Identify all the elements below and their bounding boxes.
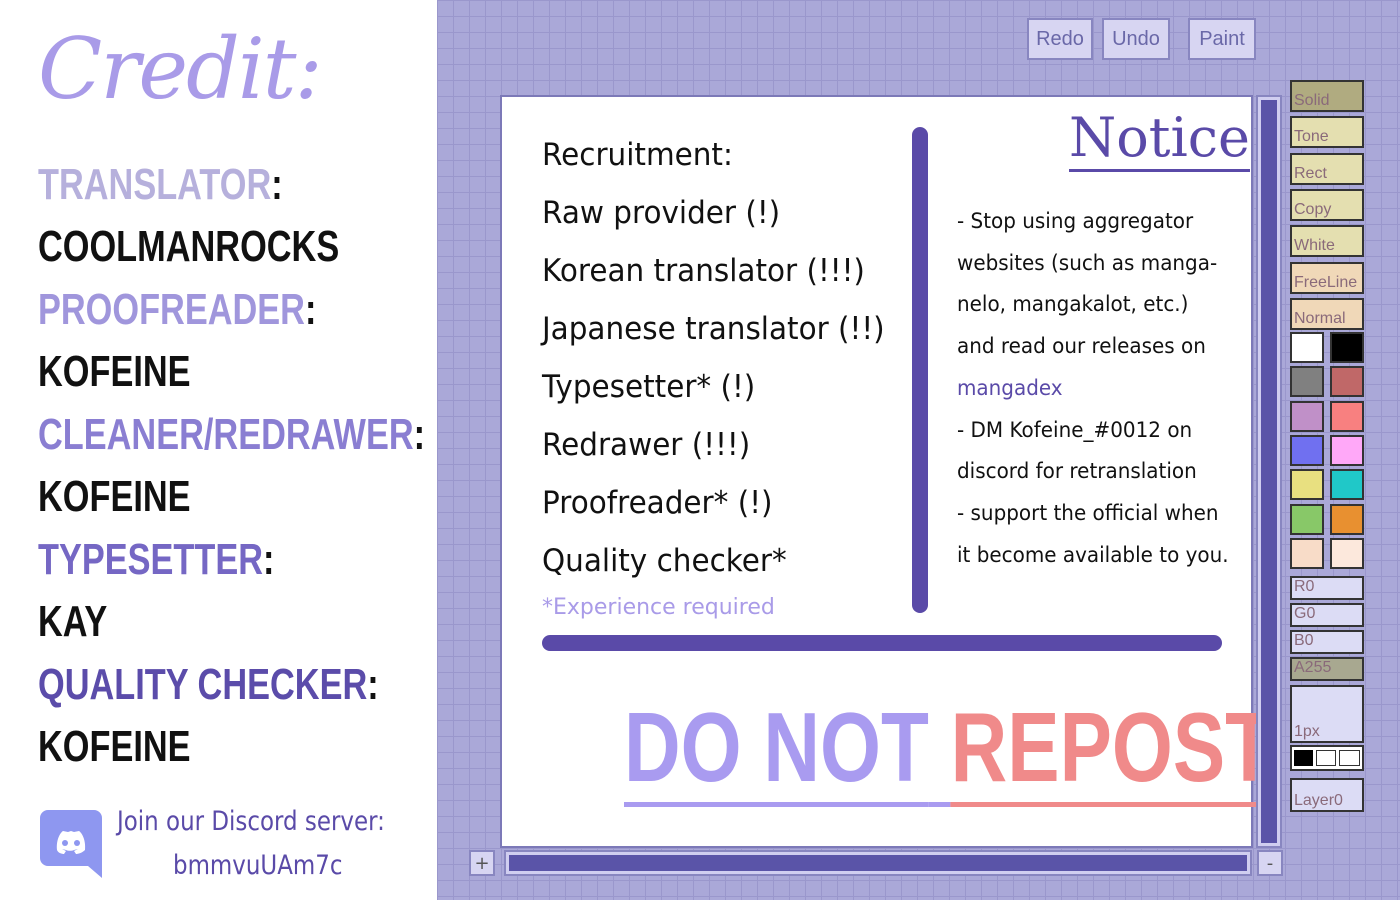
color-swatch[interactable] [1290,434,1324,466]
credit-name: COOLMANROCKS [38,222,340,271]
divider-vertical [912,127,928,613]
role-label: PROOFREADER: [38,285,316,335]
credit-title: Credit: [38,20,323,118]
credit-name: KAY [38,597,108,646]
credit-name: KOFEINE [38,722,191,771]
vertical-scrollbar[interactable] [1256,95,1282,848]
discord-icon [40,810,102,878]
recruitment-item: Redrawer (!!!) [542,427,751,463]
colon: : [304,285,317,334]
horizontal-scrollbar[interactable] [504,850,1252,876]
color-swatch[interactable] [1290,537,1324,569]
role-label: QUALITY CHECKER: [38,660,379,710]
channel-a-field[interactable]: A255 [1290,657,1364,681]
do-not-repost-warning: DO NOT REPOST [624,692,1274,807]
drawing-canvas[interactable]: Recruitment: Raw provider (!) Korean trans… [500,95,1274,848]
color-swatch[interactable] [1290,400,1324,432]
color-swatch[interactable] [1330,332,1364,363]
channel-g-field[interactable]: G0 [1290,603,1364,627]
color-swatch[interactable] [1290,503,1324,535]
paint-button[interactable]: Paint [1188,18,1256,60]
redo-button[interactable]: Redo [1027,18,1093,60]
tool-white[interactable]: White [1290,225,1364,258]
color-swatch[interactable] [1290,332,1324,363]
notice-line: nelo, mangakalot, etc.) [957,292,1189,317]
warning-part1: DO NOT [624,692,929,807]
channel-r-field[interactable]: R0 [1290,576,1364,600]
role-name: CLEANER/REDRAWER [38,410,414,459]
role-label: CLEANER/REDRAWER: [38,410,425,460]
color-swatch[interactable] [1330,400,1364,432]
paint-app: Redo Undo Paint Recruitment: Raw provider… [437,0,1400,900]
undo-button[interactable]: Undo [1102,18,1170,60]
tool-rect[interactable]: Rect [1290,152,1364,185]
layer-field[interactable]: Layer0 [1290,778,1364,812]
notice-title: Notice [1069,107,1250,172]
color-swatch[interactable] [1330,366,1364,398]
credit-name: KOFEINE [38,472,191,521]
color-swatch[interactable] [1330,434,1364,466]
mangadex-link[interactable]: mangadex [957,376,1063,400]
notice-line: and read our releases on [957,334,1206,359]
color-swatch[interactable] [1330,537,1364,569]
tool-solid[interactable]: Solid [1290,80,1364,112]
recruitment-item: Japanese translator (!!) [542,311,885,347]
color-swatch[interactable] [1330,469,1364,501]
color-swatch[interactable] [1330,503,1364,535]
notice-line: websites (such as manga- [957,250,1218,275]
recruitment-item: Proofreader* (!) [542,485,773,521]
recruitment-title: Recruitment: [542,137,733,173]
brush-size-field[interactable]: 1px [1290,685,1364,743]
role-name: TRANSLATOR [38,160,272,209]
tool-normal[interactable]: Normal [1290,297,1364,330]
tool-tone[interactable]: Tone [1290,116,1364,149]
mode-black[interactable] [1294,750,1313,766]
role-name: QUALITY CHECKER [38,660,368,709]
mode-clear[interactable] [1339,750,1361,766]
horizontal-scroll-thumb[interactable] [509,855,1247,871]
mode-white[interactable] [1315,750,1337,766]
role-name: PROOFREADER [38,285,305,334]
brush-mode-selector[interactable] [1290,745,1364,771]
tool-copy[interactable]: Copy [1290,188,1364,221]
divider-horizontal [542,635,1222,651]
colon: : [271,160,283,209]
tool-freeline[interactable]: FreeLine [1290,261,1364,294]
recruitment-item: Typesetter* (!) [542,369,756,405]
zoom-in-button[interactable]: + [469,850,495,876]
role-name: TYPESETTER [38,535,264,584]
discord-code[interactable]: bmmvuUAm7c [173,850,342,881]
credits-panel: Credit: TRANSLATOR: COOLMANROCKS PROOFREA… [0,0,437,900]
role-label: TRANSLATOR: [38,160,283,210]
credit-name: KOFEINE [38,347,191,396]
zoom-out-button[interactable]: - [1257,850,1283,876]
color-swatch[interactable] [1290,366,1324,398]
notice-line: discord for retranslation [957,459,1197,484]
notice-line: - Stop using aggregator [957,209,1194,233]
recruitment-item: Raw provider (!) [542,195,781,231]
role-label: TYPESETTER: [38,535,274,585]
recruitment-item: Korean translator (!!!) [542,253,865,289]
recruitment-item: Quality checker* [542,543,787,579]
color-swatch[interactable] [1290,469,1324,501]
colon: : [367,660,379,709]
notice-line: - DM Kofeine_#0012 on [957,417,1193,442]
notice-line: - support the official when [957,500,1219,525]
colon: : [413,410,426,459]
discord-invite-text: Join our Discord server: [117,806,385,837]
experience-footnote: *Experience required [542,595,775,620]
colon: : [263,535,275,584]
notice-line: it become available to you. [957,542,1229,567]
warning-part2: REPOST [950,692,1274,807]
vertical-scroll-thumb[interactable] [1261,100,1277,843]
channel-b-field[interactable]: B0 [1290,630,1364,654]
